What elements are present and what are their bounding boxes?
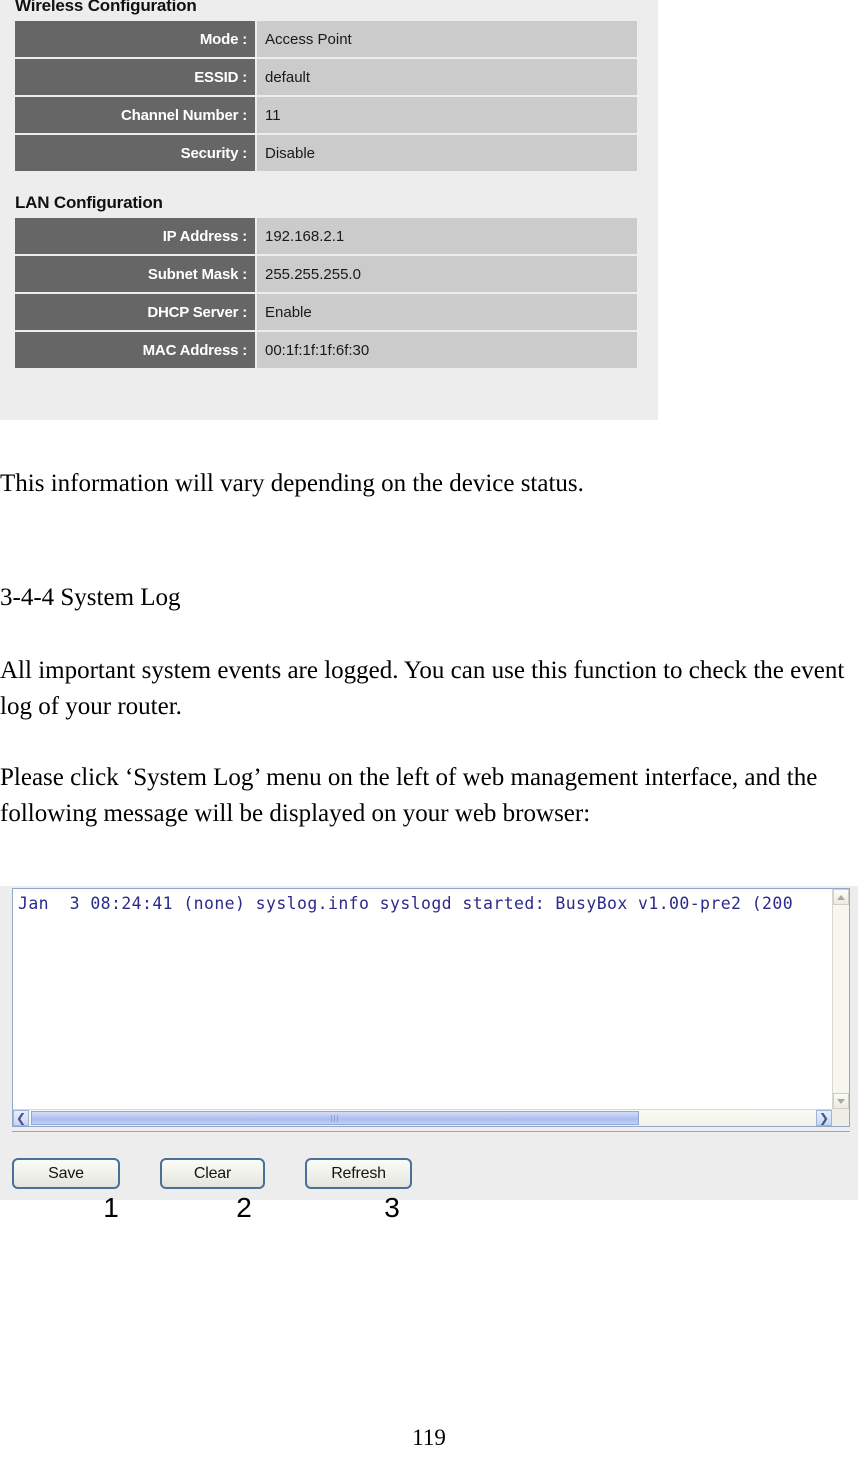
lan-ip-address-value: 192.168.2.1	[255, 218, 637, 254]
scrollbar-grip-icon	[330, 1114, 340, 1122]
lan-dhcp-server-value: Enable	[255, 294, 637, 330]
lan-configuration-table: IP Address : 192.168.2.1 Subnet Mask : 2…	[15, 216, 637, 370]
lan-ip-address-label: IP Address :	[15, 218, 255, 254]
lan-dhcp-server-label: DHCP Server :	[15, 294, 255, 330]
table-row: IP Address : 192.168.2.1	[15, 218, 637, 254]
scroll-down-icon[interactable]	[833, 1093, 849, 1109]
clear-button[interactable]: Clear	[160, 1158, 265, 1189]
panel-divider	[12, 1131, 850, 1132]
wireless-configuration-heading: Wireless Configuration	[15, 0, 197, 15]
vertical-scrollbar[interactable]	[832, 889, 849, 1109]
system-log-entry: Jan 3 08:24:41 (none) syslog.info syslog…	[18, 894, 794, 913]
paragraph-events-logged: All important system events are logged. …	[0, 657, 845, 720]
table-row: DHCP Server : Enable	[15, 294, 637, 330]
callout-number-2: 2	[236, 1192, 252, 1223]
section-heading-system-log: 3-4-4 System Log	[0, 584, 181, 611]
paragraph-click-system-log: Please click ‘System Log’ menu on the le…	[0, 764, 818, 827]
scroll-right-icon[interactable]: ❯	[816, 1110, 832, 1126]
lan-mac-address-label: MAC Address :	[15, 332, 255, 368]
wireless-channel-label: Channel Number :	[15, 97, 255, 133]
table-row: ESSID : default	[15, 59, 637, 95]
lan-mac-address-value: 00:1f:1f:1f:6f:30	[255, 332, 637, 368]
horizontal-scrollbar[interactable]: ❮ ❯	[13, 1109, 832, 1126]
wireless-channel-value: 11	[255, 97, 637, 133]
table-row: MAC Address : 00:1f:1f:1f:6f:30	[15, 332, 637, 368]
wireless-security-value: Disable	[255, 135, 637, 171]
wireless-security-label: Security :	[15, 135, 255, 171]
lan-subnet-mask-label: Subnet Mask :	[15, 256, 255, 292]
callout-number-1: 1	[103, 1192, 119, 1223]
refresh-button[interactable]: Refresh	[305, 1158, 412, 1189]
scroll-left-icon[interactable]: ❮	[13, 1110, 29, 1126]
table-row: Security : Disable	[15, 135, 637, 171]
system-log-screenshot: Jan 3 08:24:41 (none) syslog.info syslog…	[0, 886, 858, 1200]
horizontal-scrollbar-thumb[interactable]	[31, 1111, 639, 1125]
table-row: Channel Number : 11	[15, 97, 637, 133]
wireless-mode-value: Access Point	[255, 21, 637, 57]
wireless-configuration-table: Mode : Access Point ESSID : default Chan…	[15, 19, 637, 173]
system-log-textarea[interactable]: Jan 3 08:24:41 (none) syslog.info syslog…	[13, 889, 832, 1109]
lan-subnet-mask-value: 255.255.255.0	[255, 256, 637, 292]
table-row: Mode : Access Point	[15, 21, 637, 57]
save-button[interactable]: Save	[12, 1158, 120, 1189]
page-number: 119	[412, 1425, 446, 1450]
wireless-mode-label: Mode :	[15, 21, 255, 57]
chevron-up-icon	[837, 894, 845, 900]
router-status-screenshot: Wireless Configuration Mode : Access Poi…	[0, 0, 658, 420]
chevron-down-icon	[837, 1098, 845, 1104]
scrollbar-corner	[832, 1109, 849, 1126]
paragraph-device-status: This information will vary depending on …	[0, 470, 584, 497]
status-screenshot-content: Wireless Configuration Mode : Access Poi…	[0, 0, 658, 370]
table-row: Subnet Mask : 255.255.255.0	[15, 256, 637, 292]
scroll-up-icon[interactable]	[833, 889, 849, 905]
callout-number-3: 3	[384, 1192, 400, 1223]
wireless-essid-value: default	[255, 59, 637, 95]
system-log-panel: Jan 3 08:24:41 (none) syslog.info syslog…	[12, 888, 850, 1127]
wireless-essid-label: ESSID :	[15, 59, 255, 95]
lan-configuration-heading: LAN Configuration	[15, 193, 163, 212]
